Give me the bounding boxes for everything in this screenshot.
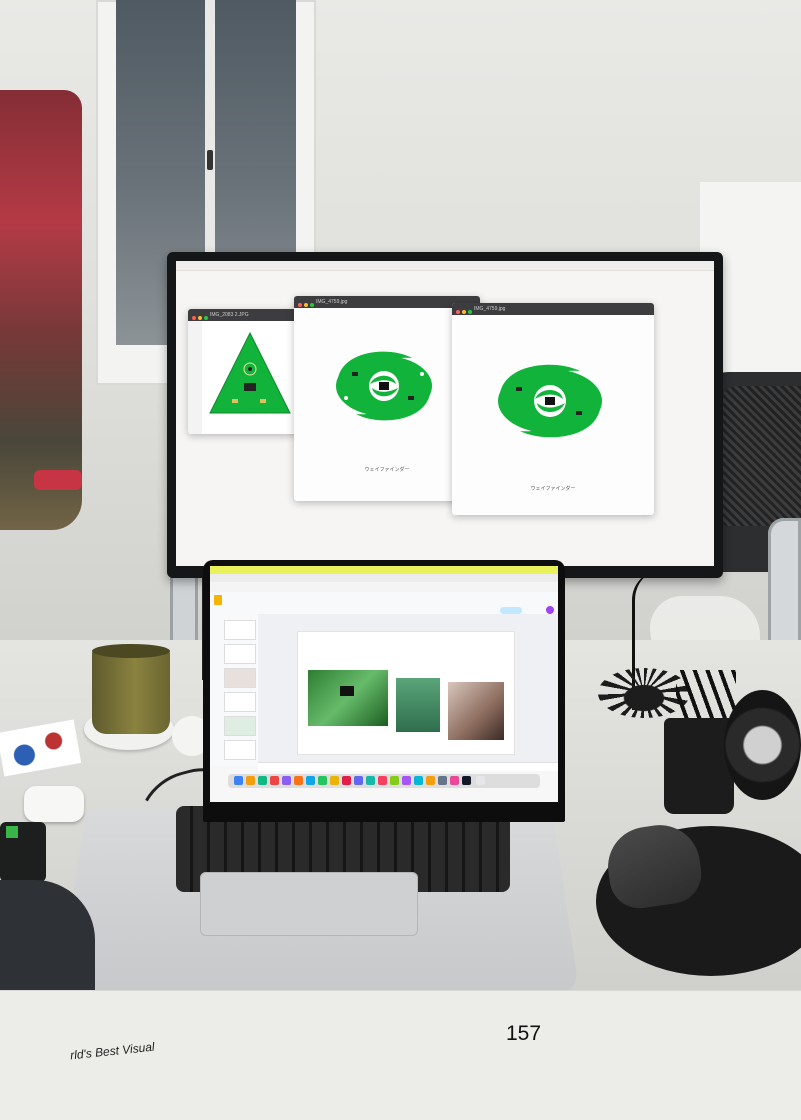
app-icon[interactable]	[354, 776, 363, 785]
window-title: IMG_4759.jpg	[474, 306, 506, 312]
slide-thumbnail[interactable]	[224, 620, 256, 640]
laptop-screen	[210, 566, 558, 802]
app-icon[interactable]	[318, 776, 327, 785]
hanging-textile-trim	[34, 470, 82, 490]
finder-icon[interactable]	[234, 776, 243, 785]
slide-filmstrip	[210, 614, 259, 766]
app-icon[interactable]	[450, 776, 459, 785]
dock	[228, 774, 540, 788]
app-icon[interactable]	[366, 776, 375, 785]
window-titlebar[interactable]: IMG_4759.jpg	[452, 303, 654, 315]
triangle-pcb-image	[202, 321, 302, 434]
hanging-textile	[0, 90, 82, 530]
app-icon[interactable]	[462, 776, 471, 785]
slide-image-photo[interactable]	[448, 682, 504, 740]
avatar[interactable]	[546, 606, 554, 614]
image-caption: ウェイファインダー	[530, 486, 576, 492]
app-icon[interactable]	[330, 776, 339, 785]
page-number: 157	[506, 1022, 542, 1045]
slide-thumbnail[interactable]	[224, 668, 256, 688]
window-handle	[207, 150, 213, 170]
earbuds-case	[24, 786, 84, 822]
trash-icon[interactable]	[476, 776, 485, 785]
image-viewer-window-3[interactable]: IMG_4759.jpg ウェイファインダー	[452, 303, 654, 515]
slide-thumbnail[interactable]	[224, 740, 256, 760]
slide-image-board[interactable]	[396, 678, 440, 732]
app-icon[interactable]	[306, 776, 315, 785]
image-viewer-window-1[interactable]: IMG_2083 2.JPG	[188, 309, 302, 434]
pen-holder	[664, 718, 734, 814]
app-icon[interactable]	[390, 776, 399, 785]
app-icon[interactable]	[246, 776, 255, 785]
app-icon[interactable]	[402, 776, 411, 785]
window-titlebar[interactable]: IMG_2083 2.JPG	[188, 309, 302, 321]
window-title: IMG_2083 2.JPG	[210, 312, 249, 318]
app-icon[interactable]	[414, 776, 423, 785]
charger-box-label	[6, 826, 18, 838]
slide-image-pcb[interactable]	[308, 670, 388, 726]
browser-bookmarks-bar	[210, 566, 558, 574]
app-icon[interactable]	[258, 776, 267, 785]
app-icon[interactable]	[342, 776, 351, 785]
slide-thumbnail[interactable]	[224, 692, 256, 712]
monitor-screen: IMG_2083 2.JPG IMG_4759.jpg ウェイファインダー IM…	[176, 261, 714, 566]
share-button[interactable]	[500, 607, 522, 614]
speaker-notes[interactable]	[258, 762, 558, 771]
coffee-mug-rim	[92, 644, 170, 658]
office-chair-mesh	[720, 386, 801, 526]
window-title: IMG_4759.jpg	[316, 299, 348, 305]
slides-logo-icon	[214, 595, 222, 605]
app-icon[interactable]	[426, 776, 435, 785]
menu-bar	[176, 261, 714, 271]
app-icon[interactable]	[438, 776, 447, 785]
app-icon[interactable]	[378, 776, 387, 785]
slide-image-chip	[340, 686, 354, 696]
coffee-mug	[92, 648, 170, 734]
slide-thumbnail[interactable]	[224, 644, 256, 664]
slide-thumbnail[interactable]	[224, 716, 256, 736]
desk-lamp	[724, 690, 801, 800]
app-icon[interactable]	[294, 776, 303, 785]
app-icon[interactable]	[270, 776, 279, 785]
app-icon[interactable]	[282, 776, 291, 785]
spiral-pcb-image	[498, 364, 602, 438]
laptop-trackpad	[200, 872, 418, 936]
